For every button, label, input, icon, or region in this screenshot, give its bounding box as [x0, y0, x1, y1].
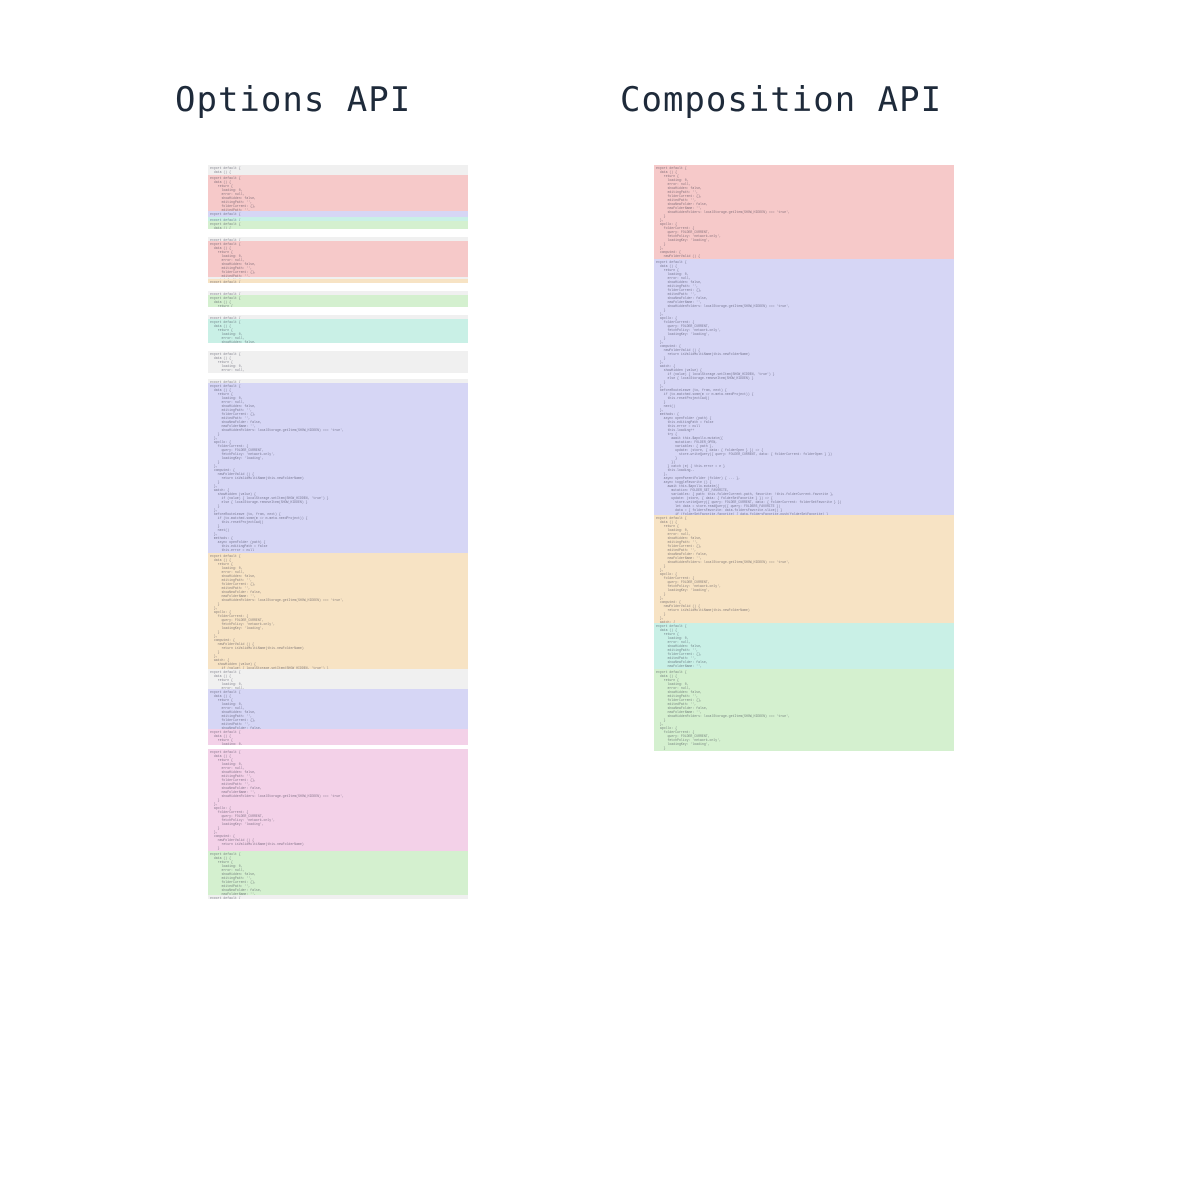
code-filler: export default { data () { return { load…: [208, 689, 468, 729]
segment-beforerouteleave: export default { data () { return { load…: [208, 351, 468, 373]
code-filler: export default { data () {: [208, 221, 468, 229]
code-filler: export default { data () { return { load…: [208, 851, 468, 895]
segment-folderfavorite: export default {: [208, 279, 468, 283]
code-filler: export default { data () { return { load…: [654, 515, 954, 623]
segment-usecurrentfolderdata: export default { data () { return { load…: [654, 165, 954, 259]
segment-usefavoritefolders: export default { data () { return { load…: [654, 515, 954, 623]
column-options-api: export default { data () {export default…: [208, 165, 468, 899]
segment-data-state-4: export default { data () {: [208, 221, 468, 229]
code-filler: export default { data () { return { load…: [208, 351, 468, 373]
column-composition-api: export default { data () { return { load…: [654, 165, 954, 751]
code-filler: export default { data () { return { load…: [208, 553, 468, 669]
code-filler: export default { data () { return { load…: [654, 165, 954, 259]
code-filler: export default { data () { return { load…: [208, 241, 468, 277]
segment-gap: [208, 283, 468, 291]
segment-methods-create: export default { data () { return { load…: [208, 851, 468, 895]
code-filler: export default { data () { return {: [208, 295, 468, 307]
segment-gap: [208, 229, 468, 237]
segment-gap: [208, 343, 468, 351]
segment-methods-open: export default { data () { return { load…: [208, 689, 468, 729]
code-filler: export default { data () { return { load…: [654, 259, 954, 515]
code-filler: export default { data () { return { load…: [208, 319, 468, 343]
code-filler: export default { data () { return { load…: [208, 749, 468, 851]
segment-usehiddenfolders: export default { data () { return { load…: [654, 623, 954, 669]
segment-usecreatefolder: export default { data () { return { load…: [654, 669, 954, 751]
segment-apollo-query: export default { data () { return { load…: [208, 241, 468, 277]
segment-gap: [208, 307, 468, 315]
segment-computed-prop: export default { data () { return {: [208, 295, 468, 307]
code-filler: export default { data () { return { load…: [654, 669, 954, 751]
segment-watch-handler: export default { data () { return { load…: [208, 319, 468, 343]
code-filler: export default { data () { return { load…: [654, 623, 954, 669]
segment-methods-reset: export default { data () { return { load…: [208, 729, 468, 745]
code-filler: export default { data () {: [208, 165, 468, 175]
segment-export-default-data: export default { data () {: [208, 165, 468, 175]
code-filler: export default {: [208, 279, 468, 283]
code-filler: export default { data () { return { load…: [208, 669, 468, 689]
segment-usefoldernavigation: export default { data () { return { load…: [654, 259, 954, 515]
segment-methods-slicepath: export default { data () { return { load…: [208, 749, 468, 851]
code-filler: export default { data () { return { load…: [208, 175, 468, 211]
segment-methods-navigation: export default { data () { return { load…: [208, 383, 468, 553]
title-composition: Composition API: [620, 80, 942, 120]
segment-methods-favorites: export default { data () { return { load…: [208, 553, 468, 669]
code-filler: export default { data () { return { load…: [208, 383, 468, 553]
title-options: Options API: [175, 80, 411, 120]
segment-subscribetomore: export default { data () { return { load…: [208, 669, 468, 689]
code-filler: export default {: [208, 895, 468, 899]
code-filler: export default { data () { return { load…: [208, 729, 468, 745]
segment-data-state: export default { data () { return { load…: [208, 175, 468, 211]
segment-gray: export default {: [208, 895, 468, 899]
